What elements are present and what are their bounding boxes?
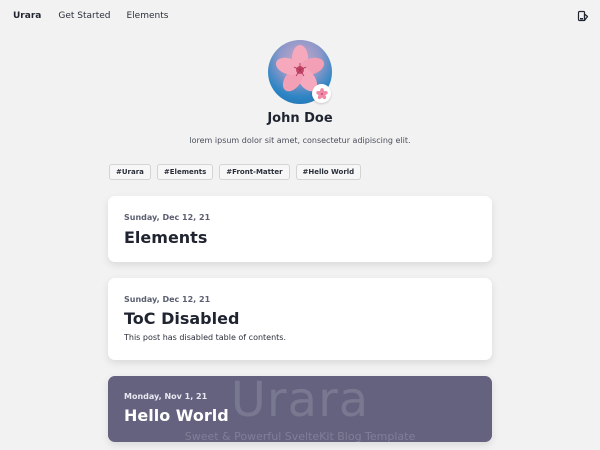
post-card-hello-world[interactable]: Urara Sweet & Powerful SvelteKit Blog Te… (108, 376, 492, 442)
tag-hello-world[interactable]: #Hello World (295, 164, 362, 180)
top-navbar: Urara Get Started Elements (0, 0, 600, 32)
profile-name: John Doe (267, 111, 333, 126)
post-title[interactable]: ToC Disabled (124, 309, 239, 328)
profile-avatar-container (268, 40, 332, 104)
post-card-elements[interactable]: Sunday, Dec 12, 21 Elements (108, 196, 492, 262)
theme-toggle-icon[interactable] (577, 10, 589, 22)
tag-list: #Urara #Elements #Front-Matter #Hello Wo… (109, 164, 367, 180)
tag-elements[interactable]: #Elements (156, 164, 214, 180)
post-summary: This post has disabled table of contents… (124, 333, 287, 342)
post-date: Sunday, Dec 12, 21 (124, 213, 211, 222)
post-title[interactable]: Elements (124, 228, 207, 247)
avatar-badge (312, 84, 331, 103)
post-date: Monday, Nov 1, 21 (124, 392, 208, 401)
tag-front-matter[interactable]: #Front-Matter (219, 164, 290, 180)
post-title[interactable]: Hello World (124, 406, 229, 425)
cherry-blossom-icon (315, 87, 328, 99)
site-brand[interactable]: Urara (13, 11, 41, 21)
post-card-toc-disabled[interactable]: Sunday, Dec 12, 21 ToC Disabled This pos… (108, 278, 492, 360)
post-cover-subtext: Sweet & Powerful SvelteKit Blog Template (184, 430, 416, 442)
post-date: Sunday, Dec 12, 21 (124, 295, 211, 304)
nav-link-elements[interactable]: Elements (126, 11, 168, 21)
nav-link-get-started[interactable]: Get Started (58, 11, 110, 21)
tag-urara[interactable]: #Urara (109, 164, 151, 180)
profile-bio: lorem ipsum dolor sit amet, consectetur … (189, 136, 411, 145)
